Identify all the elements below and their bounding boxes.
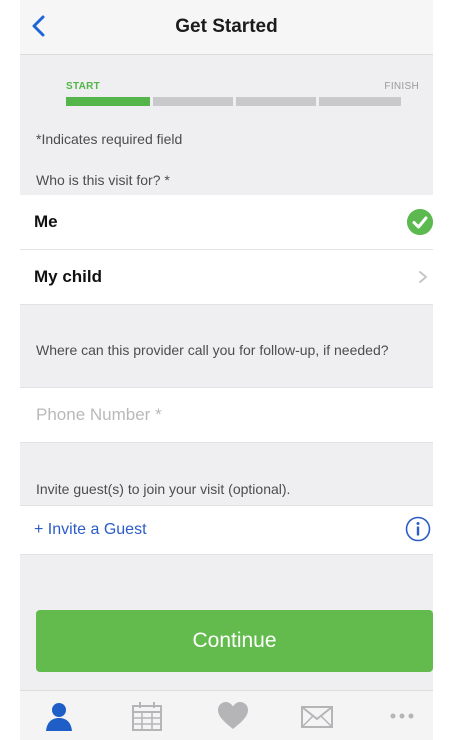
progress-finish-label: FINISH — [384, 81, 419, 92]
progress-segment — [319, 97, 401, 106]
person-icon[interactable] — [42, 699, 76, 733]
progress-segment — [153, 97, 233, 106]
phone-row — [20, 387, 433, 443]
invite-guest-link[interactable]: + Invite a Guest — [34, 521, 147, 539]
invite-guest-label: Invite guest(s) to join your visit (opti… — [36, 481, 291, 497]
required-field-note: *Indicates required field — [36, 131, 183, 147]
checkmark-icon — [407, 209, 433, 235]
info-icon[interactable] — [405, 516, 431, 542]
progress-start-label: START — [66, 81, 101, 92]
continue-button[interactable]: Continue — [36, 610, 433, 672]
calendar-icon[interactable] — [130, 699, 164, 733]
more-icon[interactable] — [385, 699, 419, 733]
chevron-right-icon — [419, 271, 427, 283]
phone-question: Where can this provider call you for fol… — [36, 342, 389, 358]
progress-segment — [236, 97, 316, 106]
option-me-label: Me — [34, 212, 58, 231]
option-me[interactable]: Me — [20, 195, 433, 250]
mail-icon[interactable] — [300, 699, 334, 733]
page-title: Get Started — [175, 16, 278, 37]
progress-indicator: START FINISH — [20, 55, 433, 110]
progress-track — [66, 97, 401, 106]
phone-number-input[interactable] — [34, 398, 423, 432]
progress-segment-complete — [66, 97, 150, 106]
visit-for-label: Who is this visit for? * — [36, 172, 170, 188]
tab-bar — [20, 690, 433, 740]
option-my-child-label: My child — [34, 267, 103, 286]
screen: Get Started START FINISH *Indicates requ… — [20, 0, 433, 740]
heart-icon[interactable] — [216, 699, 250, 733]
option-my-child[interactable]: My child — [20, 250, 433, 305]
nav-header: Get Started — [20, 0, 433, 55]
invite-guest-row: + Invite a Guest — [20, 505, 433, 555]
